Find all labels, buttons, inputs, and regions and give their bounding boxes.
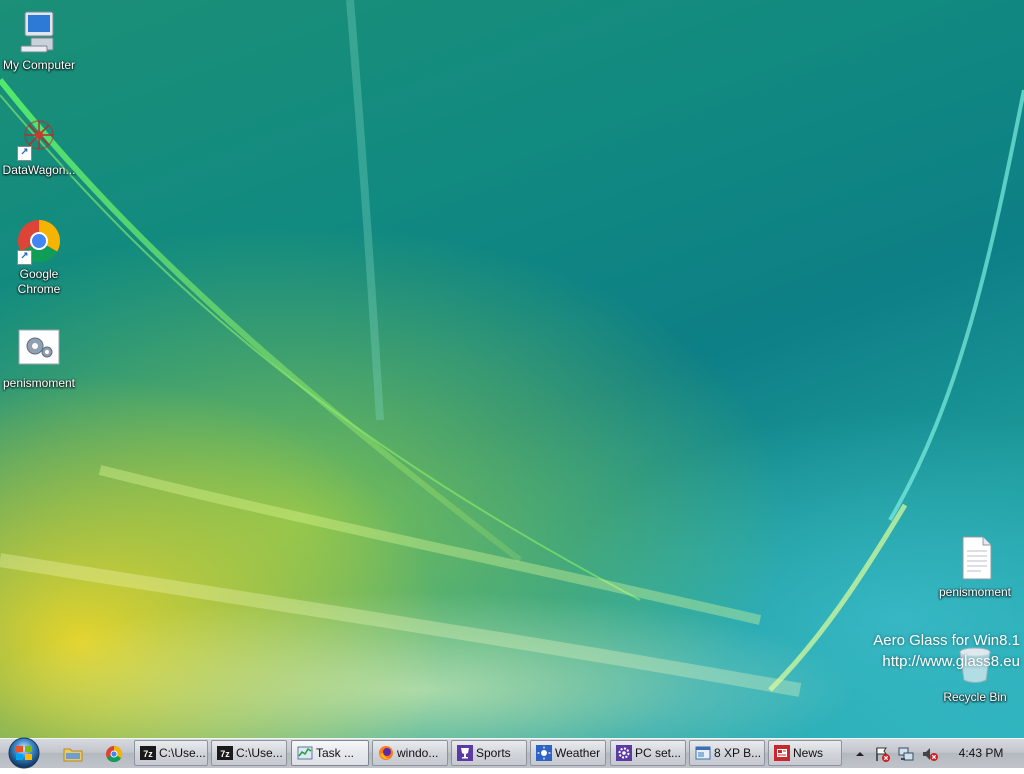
task-manager-icon bbox=[297, 746, 313, 760]
settings-file-icon bbox=[15, 326, 63, 374]
text-file-icon bbox=[951, 535, 999, 583]
desktop-icon-my-computer[interactable]: My Computer bbox=[0, 8, 78, 73]
network-icon bbox=[898, 747, 914, 761]
window-app-icon bbox=[695, 746, 711, 760]
taskbar-button-label: C:\Use... bbox=[236, 746, 283, 760]
taskbar-button-7zip-2[interactable]: 7z C:\Use... bbox=[211, 740, 287, 766]
quicklaunch-chrome[interactable] bbox=[104, 744, 124, 764]
taskbar-button-pc-settings[interactable]: PC set... bbox=[610, 740, 686, 766]
taskbar-button-label: windo... bbox=[397, 746, 439, 760]
action-center-flag-icon bbox=[876, 747, 890, 762]
news-icon bbox=[774, 745, 790, 761]
watermark-line-2: http://www.glass8.eu bbox=[882, 653, 1020, 670]
taskbar-button-7zip-1[interactable]: 7z C:\Use... bbox=[134, 740, 208, 766]
weather-sun-icon bbox=[536, 745, 552, 761]
show-hidden-icons-button[interactable] bbox=[852, 746, 868, 762]
taskbar-button-weather[interactable]: Weather bbox=[530, 740, 606, 766]
desktop-icon-datawagon[interactable]: ↗ DataWagon... bbox=[0, 113, 78, 178]
taskbar-clock[interactable]: 4:43 PM bbox=[948, 739, 1014, 767]
aero-glass-watermark: Aero Glass for Win8.1 http://www.glass8.… bbox=[873, 630, 1020, 672]
shortcut-arrow-icon: ↗ bbox=[17, 146, 32, 161]
taskbar-button-label: Weather bbox=[555, 746, 601, 760]
desktop-icon-label: DataWagon... bbox=[2, 163, 76, 177]
desktop-icon-penismoment-right[interactable]: penismoment bbox=[936, 535, 1014, 600]
desktop-icon-google-chrome[interactable]: ↗ Google Chrome bbox=[0, 217, 78, 297]
sports-trophy-icon bbox=[457, 745, 473, 761]
taskbar-button-news[interactable]: News bbox=[768, 740, 842, 766]
chevron-up-icon bbox=[856, 752, 864, 756]
chrome-icon: ↗ bbox=[15, 217, 63, 265]
tray-network[interactable] bbox=[898, 746, 914, 762]
taskbar-button-label: News bbox=[793, 746, 824, 760]
7zip-icon: 7z bbox=[217, 746, 233, 760]
desktop-icon-penismoment-left[interactable]: penismoment bbox=[0, 326, 78, 391]
firefox-icon bbox=[379, 746, 393, 760]
taskbar: 7z C:\Use... 7z C:\Use... Task ... windo… bbox=[0, 735, 1024, 769]
svg-text:7z: 7z bbox=[220, 749, 230, 759]
folder-icon bbox=[63, 748, 83, 762]
taskbar-button-task-manager[interactable]: Task ... bbox=[291, 740, 369, 766]
taskbar-button-8xp[interactable]: 8 XP B... bbox=[689, 740, 765, 766]
desktop-icon-label: penismoment bbox=[2, 376, 76, 390]
desktop-icon-label: penismoment bbox=[938, 585, 1012, 599]
desktop-icon-label: Google Chrome bbox=[17, 267, 61, 296]
datawagon-icon: ↗ bbox=[15, 113, 63, 161]
volume-muted-icon bbox=[923, 748, 938, 761]
desktop-icon-label: Recycle Bin bbox=[943, 690, 1007, 704]
taskbar-button-label: C:\Use... bbox=[159, 746, 206, 760]
taskbar-button-label: Sports bbox=[476, 746, 511, 760]
tray-action-center[interactable] bbox=[874, 746, 890, 762]
computer-icon bbox=[15, 8, 63, 56]
taskbar-button-label: 8 XP B... bbox=[714, 746, 762, 760]
desktop-icon-label: My Computer bbox=[2, 58, 76, 72]
7zip-icon: 7z bbox=[140, 746, 156, 760]
taskbar-button-label: Task ... bbox=[316, 746, 355, 760]
chrome-icon bbox=[106, 745, 123, 763]
desktop[interactable]: My Computer ↗ DataWagon... ↗ Google Chro… bbox=[0, 0, 1024, 738]
quicklaunch-explorer[interactable] bbox=[63, 744, 83, 764]
taskbar-button-sports[interactable]: Sports bbox=[451, 740, 527, 766]
tray-volume[interactable] bbox=[922, 746, 938, 762]
settings-gear-icon bbox=[616, 745, 632, 761]
wallpaper-streaks bbox=[0, 0, 1024, 697]
watermark-line-1: Aero Glass for Win8.1 bbox=[873, 632, 1020, 649]
svg-text:7z: 7z bbox=[143, 749, 153, 759]
shortcut-arrow-icon: ↗ bbox=[17, 250, 32, 265]
taskbar-button-label: PC set... bbox=[635, 746, 682, 760]
start-button[interactable] bbox=[4, 735, 44, 769]
windows-logo-icon bbox=[8, 737, 40, 769]
taskbar-button-firefox[interactable]: windo... bbox=[372, 740, 448, 766]
